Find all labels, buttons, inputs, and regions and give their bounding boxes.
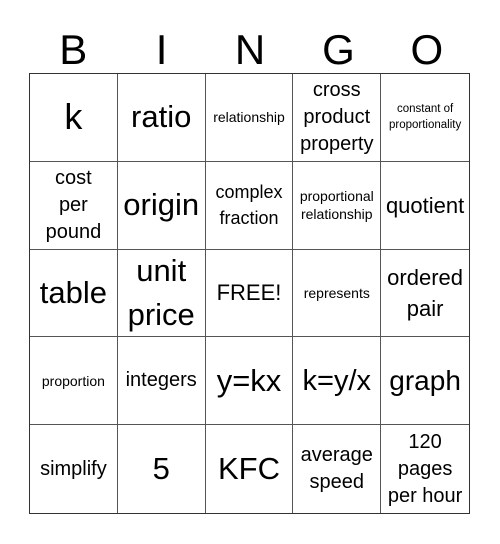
cell-text: average speed xyxy=(300,444,373,494)
cell-text: KFC xyxy=(217,451,280,487)
cell-text: 5 xyxy=(152,451,170,487)
cell-text: proportional relationship xyxy=(299,188,374,223)
cell-text: represents xyxy=(303,284,370,301)
bingo-cell[interactable]: complex fraction xyxy=(205,161,294,250)
bingo-cell[interactable]: proportional relationship xyxy=(293,161,382,250)
bingo-cell[interactable]: ordered pair xyxy=(381,250,469,338)
cell-text: simplify xyxy=(40,457,107,480)
bingo-cell[interactable]: 120 pages per hour xyxy=(381,425,469,513)
cell-text: k xyxy=(64,96,83,138)
cell-text: relationship xyxy=(213,109,285,126)
header-letter-b: B xyxy=(59,26,88,73)
bingo-cell[interactable]: table xyxy=(30,249,118,338)
bingo-cell[interactable]: KFC xyxy=(206,425,294,513)
cell-text: FREE! xyxy=(216,280,282,306)
bingo-cell[interactable]: k xyxy=(30,74,118,162)
bingo-cell[interactable]: constant of proportionality xyxy=(381,74,469,162)
cell-text: graph xyxy=(389,364,461,396)
bingo-cell[interactable]: cross product property xyxy=(293,74,382,162)
cell-text: ordered pair xyxy=(387,264,464,321)
cell-text: quotient xyxy=(385,192,465,218)
bingo-cell[interactable]: graph xyxy=(381,337,469,426)
bingo-cell[interactable]: origin xyxy=(117,161,206,250)
bingo-cell[interactable]: cost per pound xyxy=(30,161,118,250)
bingo-cell[interactable]: average speed xyxy=(293,425,382,513)
header-letter-o: O xyxy=(410,26,444,73)
header-letter-n: N xyxy=(234,26,266,73)
cell-text: origin xyxy=(123,187,200,223)
bingo-cell[interactable]: relationship xyxy=(205,74,294,162)
bingo-cell[interactable]: y=kx xyxy=(205,337,294,426)
cell-text: cross product property xyxy=(300,78,374,155)
cell-text: k=y/x xyxy=(302,364,372,397)
cell-text: table xyxy=(39,274,108,310)
bingo-cell[interactable]: proportion xyxy=(30,337,118,426)
cell-text: ratio xyxy=(131,99,192,135)
bingo-cell[interactable]: simplify xyxy=(30,425,118,513)
cell-text: integers xyxy=(125,369,197,392)
cell-text: complex fraction xyxy=(215,182,283,229)
header-letter-i: I xyxy=(155,26,168,73)
cell-text: cost per pound xyxy=(45,166,102,243)
bingo-cell[interactable]: ratio xyxy=(117,74,206,162)
free-space[interactable]: FREE! xyxy=(205,249,294,338)
cell-text: proportion xyxy=(41,372,105,389)
cell-text: constant of proportionality xyxy=(388,103,462,132)
bingo-cell[interactable]: integers xyxy=(117,337,206,426)
cell-text: y=kx xyxy=(216,362,282,398)
header-letter-g: G xyxy=(322,26,355,73)
bingo-cell[interactable]: represents xyxy=(293,249,382,338)
bingo-cell[interactable]: quotient xyxy=(381,162,469,250)
bingo-cell[interactable]: k=y/x xyxy=(293,337,382,426)
bingo-header: B I N G O xyxy=(29,27,471,73)
bingo-grid: k ratio relationship cross product propert… xyxy=(29,73,470,514)
cell-text: unit price xyxy=(127,253,195,332)
bingo-cell[interactable]: 5 xyxy=(118,425,206,513)
bingo-cell[interactable]: unit price xyxy=(117,249,206,338)
cell-text: 120 pages per hour xyxy=(387,430,463,507)
